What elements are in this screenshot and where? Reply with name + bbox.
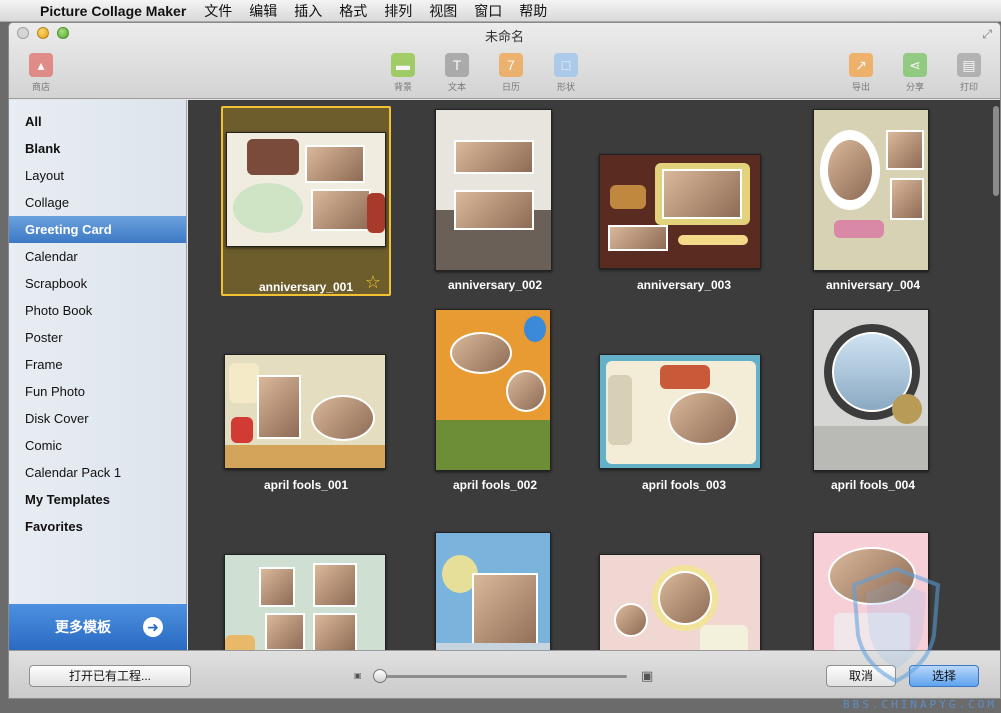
menu-insert[interactable]: 插入 [294,1,322,21]
menu-bar: Picture Collage Maker 文件 编辑 插入 格式 排列 视图 … [0,0,1001,22]
template-thumbnail [813,109,929,271]
template-name: april fools_004 [830,478,916,492]
background-label: 背景 [393,82,412,92]
watermark-text: BBS.CHINAPYG.COM [843,698,997,711]
slider-knob[interactable] [373,669,387,683]
template-thumbnail [224,354,386,469]
menu-file[interactable]: 文件 [204,1,232,21]
text-label: 文本 [447,82,466,92]
template-name: april fools_001 [263,478,349,492]
open-existing-project-button[interactable]: 打开已有工程... [29,665,191,687]
print-label: 打印 [959,82,978,92]
template-thumbnail [435,109,552,271]
sidebar-item-my-templates[interactable]: My Templates [9,486,186,513]
background-button[interactable]: ▬ 背景 [383,53,423,93]
sidebar-item-all[interactable]: All [9,108,186,135]
print-icon: ▤ [957,53,981,77]
store-label: 商店 [31,82,50,92]
template-thumbnail [224,554,386,650]
store-button[interactable]: ▴ 商店 [21,53,61,93]
template-thumbnail [599,154,761,269]
sidebar-item-collage[interactable]: Collage [9,189,186,216]
template-anniversary-001[interactable]: anniversary_001 ☆ [221,106,391,296]
sidebar-item-comic[interactable]: Comic [9,432,186,459]
zoom-large-icon: ▣ [641,668,654,683]
template-thumbnail [599,354,761,469]
menu-edit[interactable]: 编辑 [249,1,277,21]
template-thumbnail [435,532,551,650]
more-templates-label: 更多模板 [55,619,111,635]
sidebar-item-poster[interactable]: Poster [9,324,186,351]
calendar-label: 日历 [501,82,520,92]
thumbnail-size-slider[interactable] [381,675,627,678]
template-april-fools-004[interactable]: april fools_004 [788,306,958,496]
sidebar-item-layout[interactable]: Layout [9,162,186,189]
share-button[interactable]: ⋖ 分享 [895,53,935,93]
sidebar-item-blank[interactable]: Blank [9,135,186,162]
share-icon: ⋖ [903,53,927,77]
calendar-button[interactable]: 7 日历 [491,53,531,93]
shape-icon: □ [554,53,578,77]
sidebar-item-calendar[interactable]: Calendar [9,243,186,270]
favorite-star-icon[interactable]: ☆ [365,272,381,293]
category-sidebar: All Blank Layout Collage Greeting Card C… [9,100,187,650]
sidebar-item-disk-cover[interactable]: Disk Cover [9,405,186,432]
sidebar-item-fun-photo[interactable]: Fun Photo [9,378,186,405]
sidebar-item-frame[interactable]: Frame [9,351,186,378]
template-baby-002[interactable] [410,506,580,650]
template-april-fools-003[interactable]: april fools_003 [599,306,769,496]
watermark-shield-icon [851,566,941,684]
zoom-small-icon: ▣ [354,671,362,680]
export-button[interactable]: ↗ 导出 [841,53,881,93]
fullscreen-icon[interactable]: ⤢ [982,27,992,42]
template-name: anniversary_002 [447,278,543,292]
template-thumbnail [435,309,551,471]
more-templates-button[interactable]: 更多模板 ➜ [9,604,187,650]
export-icon: ↗ [849,53,873,77]
menu-help[interactable]: 帮助 [519,1,547,21]
template-name: anniversary_004 [825,278,921,292]
template-anniversary-002[interactable]: anniversary_002 [410,106,580,296]
template-anniversary-004[interactable]: anniversary_004 [788,106,958,296]
template-thumbnail [599,554,761,650]
menu-view[interactable]: 视图 [429,1,457,21]
text-icon: T [445,53,469,77]
app-name-menu[interactable]: Picture Collage Maker [40,3,186,19]
sidebar-item-photo-book[interactable]: Photo Book [9,297,186,324]
arrow-right-icon: ➜ [143,617,163,637]
menu-window[interactable]: 窗口 [474,1,502,21]
template-baby-003[interactable] [599,506,769,650]
sidebar-item-calendar-pack-1[interactable]: Calendar Pack 1 [9,459,186,486]
sidebar-item-greeting-card[interactable]: Greeting Card [9,216,186,243]
window-title: 未命名 [484,29,524,44]
menu-format[interactable]: 格式 [339,1,367,21]
shape-button[interactable]: □ 形状 [546,53,586,93]
template-name: anniversary_003 [636,278,732,292]
export-label: 导出 [851,82,870,92]
template-baby-001[interactable] [221,506,391,650]
template-april-fools-001[interactable]: april fools_001 [221,306,391,496]
text-button[interactable]: T 文本 [437,53,477,93]
store-bag-icon: ▴ [29,53,53,77]
calendar-icon: 7 [499,53,523,77]
print-button[interactable]: ▤ 打印 [949,53,989,93]
template-thumbnail [226,132,386,247]
template-anniversary-003[interactable]: anniversary_003 [599,106,769,296]
template-name: april fools_002 [452,478,538,492]
title-bar: 未命名 ⤢ ▴ 商店 ▬ 背景 T 文本 7 日历 □ 形状 ↗ 导出 ⋖ 分享 [9,23,1000,99]
template-name: april fools_003 [641,478,727,492]
sidebar-item-scrapbook[interactable]: Scrapbook [9,270,186,297]
shape-label: 形状 [556,82,575,92]
gallery-scrollbar[interactable] [990,100,1000,650]
template-april-fools-002[interactable]: april fools_002 [410,306,580,496]
menu-arrange[interactable]: 排列 [384,1,412,21]
background-icon: ▬ [391,53,415,77]
share-label: 分享 [905,82,924,92]
scrollbar-thumb[interactable] [993,106,999,196]
sidebar-item-favorites[interactable]: Favorites [9,513,186,540]
template-thumbnail [813,309,929,471]
